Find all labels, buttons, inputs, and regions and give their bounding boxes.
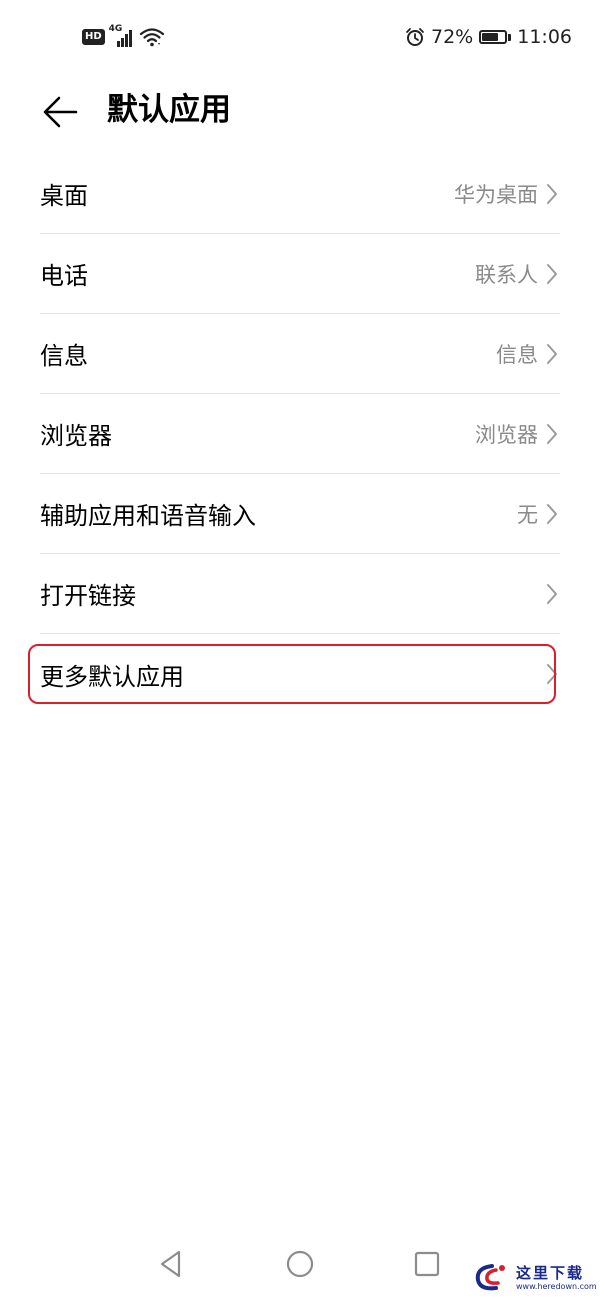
battery-fill <box>482 33 498 41</box>
recents-square-icon <box>413 1250 441 1282</box>
item-value: 信息 <box>496 342 538 367</box>
nav-home-button[interactable] <box>280 1246 320 1286</box>
chevron-right-icon <box>544 661 560 687</box>
item-label: 桌面 <box>40 182 88 210</box>
home-circle-icon <box>285 1249 315 1283</box>
item-value: 无 <box>517 502 538 527</box>
hd-icon: HD <box>82 29 105 45</box>
list-item-more-default-apps[interactable]: 更多默认应用 <box>40 634 560 714</box>
settings-list: 桌面 华为桌面 电话 联系人 信息 信息 浏览器 浏览器 辅助应用和语音输入 无 <box>40 154 560 714</box>
list-item-home-screen[interactable]: 桌面 华为桌面 <box>40 154 560 234</box>
chevron-right-icon <box>544 341 560 367</box>
app-header: 默认应用 <box>0 76 600 146</box>
status-time: 11:06 <box>517 26 572 48</box>
item-label: 电话 <box>40 262 88 290</box>
item-label: 辅助应用和语音输入 <box>40 502 256 530</box>
page-title: 默认应用 <box>107 92 231 128</box>
list-item-messages[interactable]: 信息 信息 <box>40 314 560 394</box>
chevron-right-icon <box>544 581 560 607</box>
item-label: 浏览器 <box>40 422 112 450</box>
chevron-right-icon <box>544 181 560 207</box>
watermark-url: www.heredown.com <box>516 1282 597 1291</box>
status-right: 72% 11:06 <box>405 22 572 52</box>
chevron-right-icon <box>544 261 560 287</box>
chevron-right-icon <box>544 421 560 447</box>
nav-recents-button[interactable] <box>407 1246 447 1286</box>
watermark: 这里下载 www.heredown.com <box>470 1258 597 1298</box>
list-item-browser[interactable]: 浏览器 浏览器 <box>40 394 560 474</box>
list-item-phone[interactable]: 电话 联系人 <box>40 234 560 314</box>
wifi-icon <box>139 26 165 48</box>
back-button[interactable] <box>36 88 84 136</box>
back-triangle-icon <box>157 1249 185 1283</box>
battery-icon <box>479 30 512 44</box>
chevron-right-icon <box>544 501 560 527</box>
list-item-assist-voice-input[interactable]: 辅助应用和语音输入 无 <box>40 474 560 554</box>
watermark-text: 这里下载 <box>516 1264 585 1282</box>
alarm-icon <box>405 27 425 47</box>
nav-back-button[interactable] <box>151 1246 191 1286</box>
battery-percent: 72% <box>431 26 474 48</box>
watermark-logo-icon <box>472 1262 512 1298</box>
item-value: 浏览器 <box>475 422 538 447</box>
item-label: 打开链接 <box>40 582 136 610</box>
item-value: 联系人 <box>475 262 538 287</box>
item-label: 更多默认应用 <box>40 662 184 691</box>
item-label: 信息 <box>40 342 88 370</box>
list-item-open-links[interactable]: 打开链接 <box>40 554 560 634</box>
item-value: 华为桌面 <box>454 182 538 207</box>
arrow-left-icon <box>42 96 78 128</box>
status-left: HD 4G <box>82 24 165 50</box>
status-bar: HD 4G 72% 11:06 <box>0 0 600 76</box>
signal-icon: 4G <box>109 24 135 48</box>
